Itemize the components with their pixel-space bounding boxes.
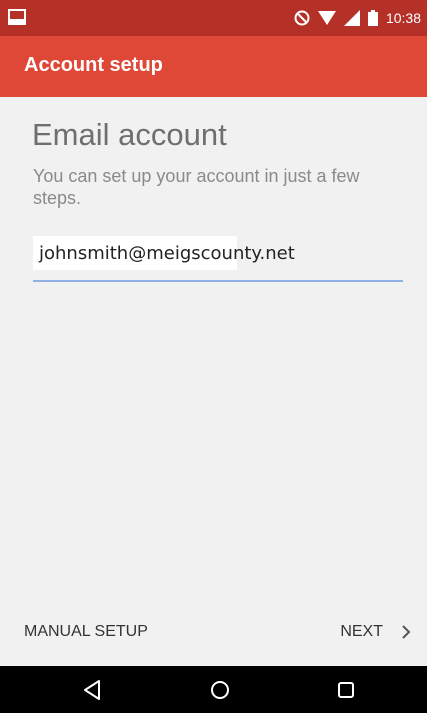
email-field[interactable]: johnsmith@meigscounty.net bbox=[33, 236, 403, 282]
battery-icon bbox=[367, 10, 378, 26]
app-title: Account setup bbox=[24, 54, 163, 76]
back-icon[interactable] bbox=[81, 678, 105, 702]
notification-image-icon bbox=[8, 9, 26, 25]
page-heading: Email account bbox=[32, 117, 227, 152]
do-not-disturb-icon bbox=[294, 10, 310, 26]
setup-description: You can set up your account in just a fe… bbox=[33, 166, 360, 208]
manual-setup-button[interactable]: MANUAL SETUP bbox=[24, 623, 148, 641]
status-icons: 10:38 bbox=[294, 6, 421, 30]
next-button-label: NEXT bbox=[340, 623, 383, 640]
chevron-right-icon bbox=[402, 625, 411, 639]
home-icon[interactable] bbox=[208, 678, 232, 702]
wifi-icon bbox=[317, 11, 336, 25]
signal-icon bbox=[343, 10, 360, 26]
email-value: johnsmith@meigscounty.net bbox=[39, 243, 295, 264]
bottom-action-bar: MANUAL SETUP NEXT bbox=[0, 605, 427, 666]
next-button[interactable]: NEXT bbox=[340, 623, 411, 641]
recents-icon[interactable] bbox=[334, 678, 358, 702]
main-content: Email account You can set up your accoun… bbox=[0, 97, 427, 605]
status-time: 10:38 bbox=[385, 10, 421, 26]
navigation-bar bbox=[0, 666, 427, 713]
status-bar: 10:38 bbox=[0, 0, 427, 36]
app-bar: Account setup bbox=[0, 36, 427, 97]
